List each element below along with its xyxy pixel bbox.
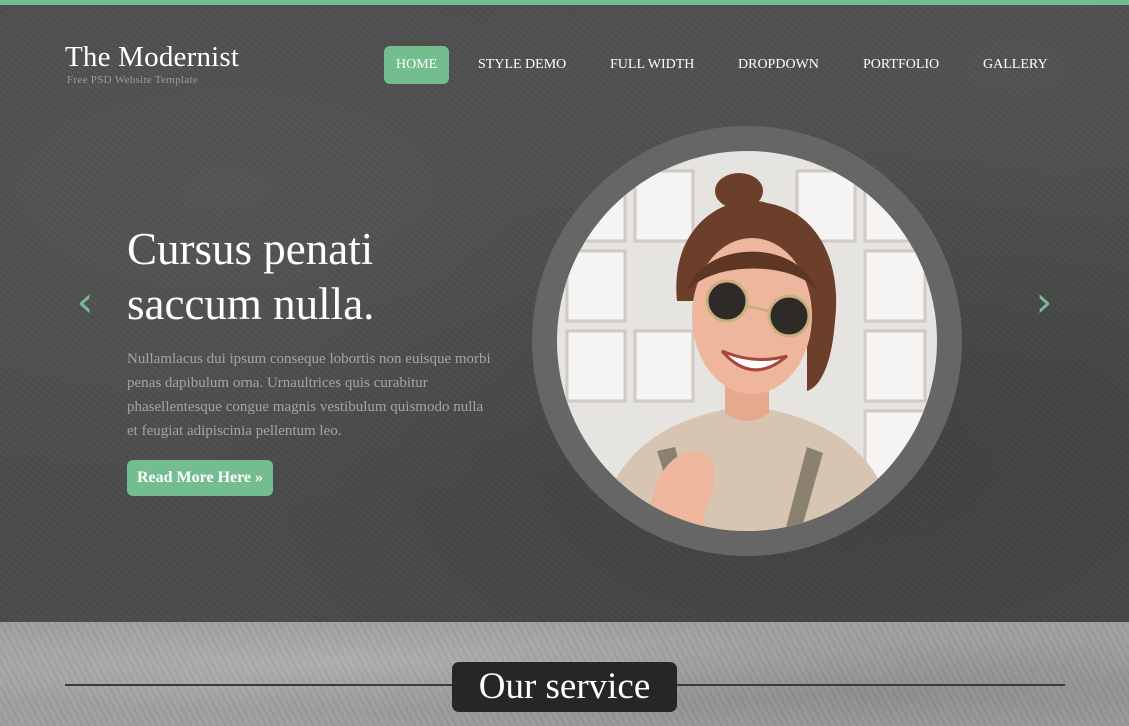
nav-item-full-width[interactable]: FULL WIDTH — [610, 46, 694, 84]
nav-item-gallery[interactable]: GALLERY — [983, 46, 1048, 84]
slider-next-button[interactable]: › — [1032, 281, 1056, 323]
site-tagline: Free PSD Website Template — [67, 74, 199, 86]
portrait-illustration — [557, 151, 937, 531]
read-more-button[interactable]: Read More Here » — [127, 460, 274, 496]
chevron-left-icon: ‹ — [76, 277, 94, 326]
slide-title-line-2: saccum nulla. — [127, 279, 375, 329]
site-title[interactable]: The Modernist — [65, 40, 239, 74]
nav-item-style-demo[interactable]: STYLE DEMO — [478, 46, 566, 84]
services-heading: Our service — [452, 662, 677, 712]
slide-content: Cursus penati saccum nulla. Nullamlacus … — [127, 222, 497, 443]
slide-description: Nullamlacus dui ipsum conseque lobortis … — [127, 351, 491, 439]
nav-item-home[interactable]: HOME — [384, 46, 450, 84]
main-nav: HOME STYLE DEMO FULL WIDTH DROPDOWN PORT… — [384, 46, 1064, 84]
chevron-right-icon: › — [1035, 277, 1053, 326]
slider-prev-button[interactable]: ‹ — [73, 281, 97, 323]
slide-title-line-1: Cursus penati — [127, 224, 374, 274]
portrait-image — [557, 151, 937, 531]
nav-item-dropdown[interactable]: DROPDOWN — [738, 46, 819, 84]
nav-item-portfolio[interactable]: PORTFOLIO — [863, 46, 939, 84]
site-logo[interactable]: The Modernist Free PSD Website Template — [65, 40, 239, 86]
slide-title: Cursus penati saccum nulla. — [127, 222, 497, 332]
